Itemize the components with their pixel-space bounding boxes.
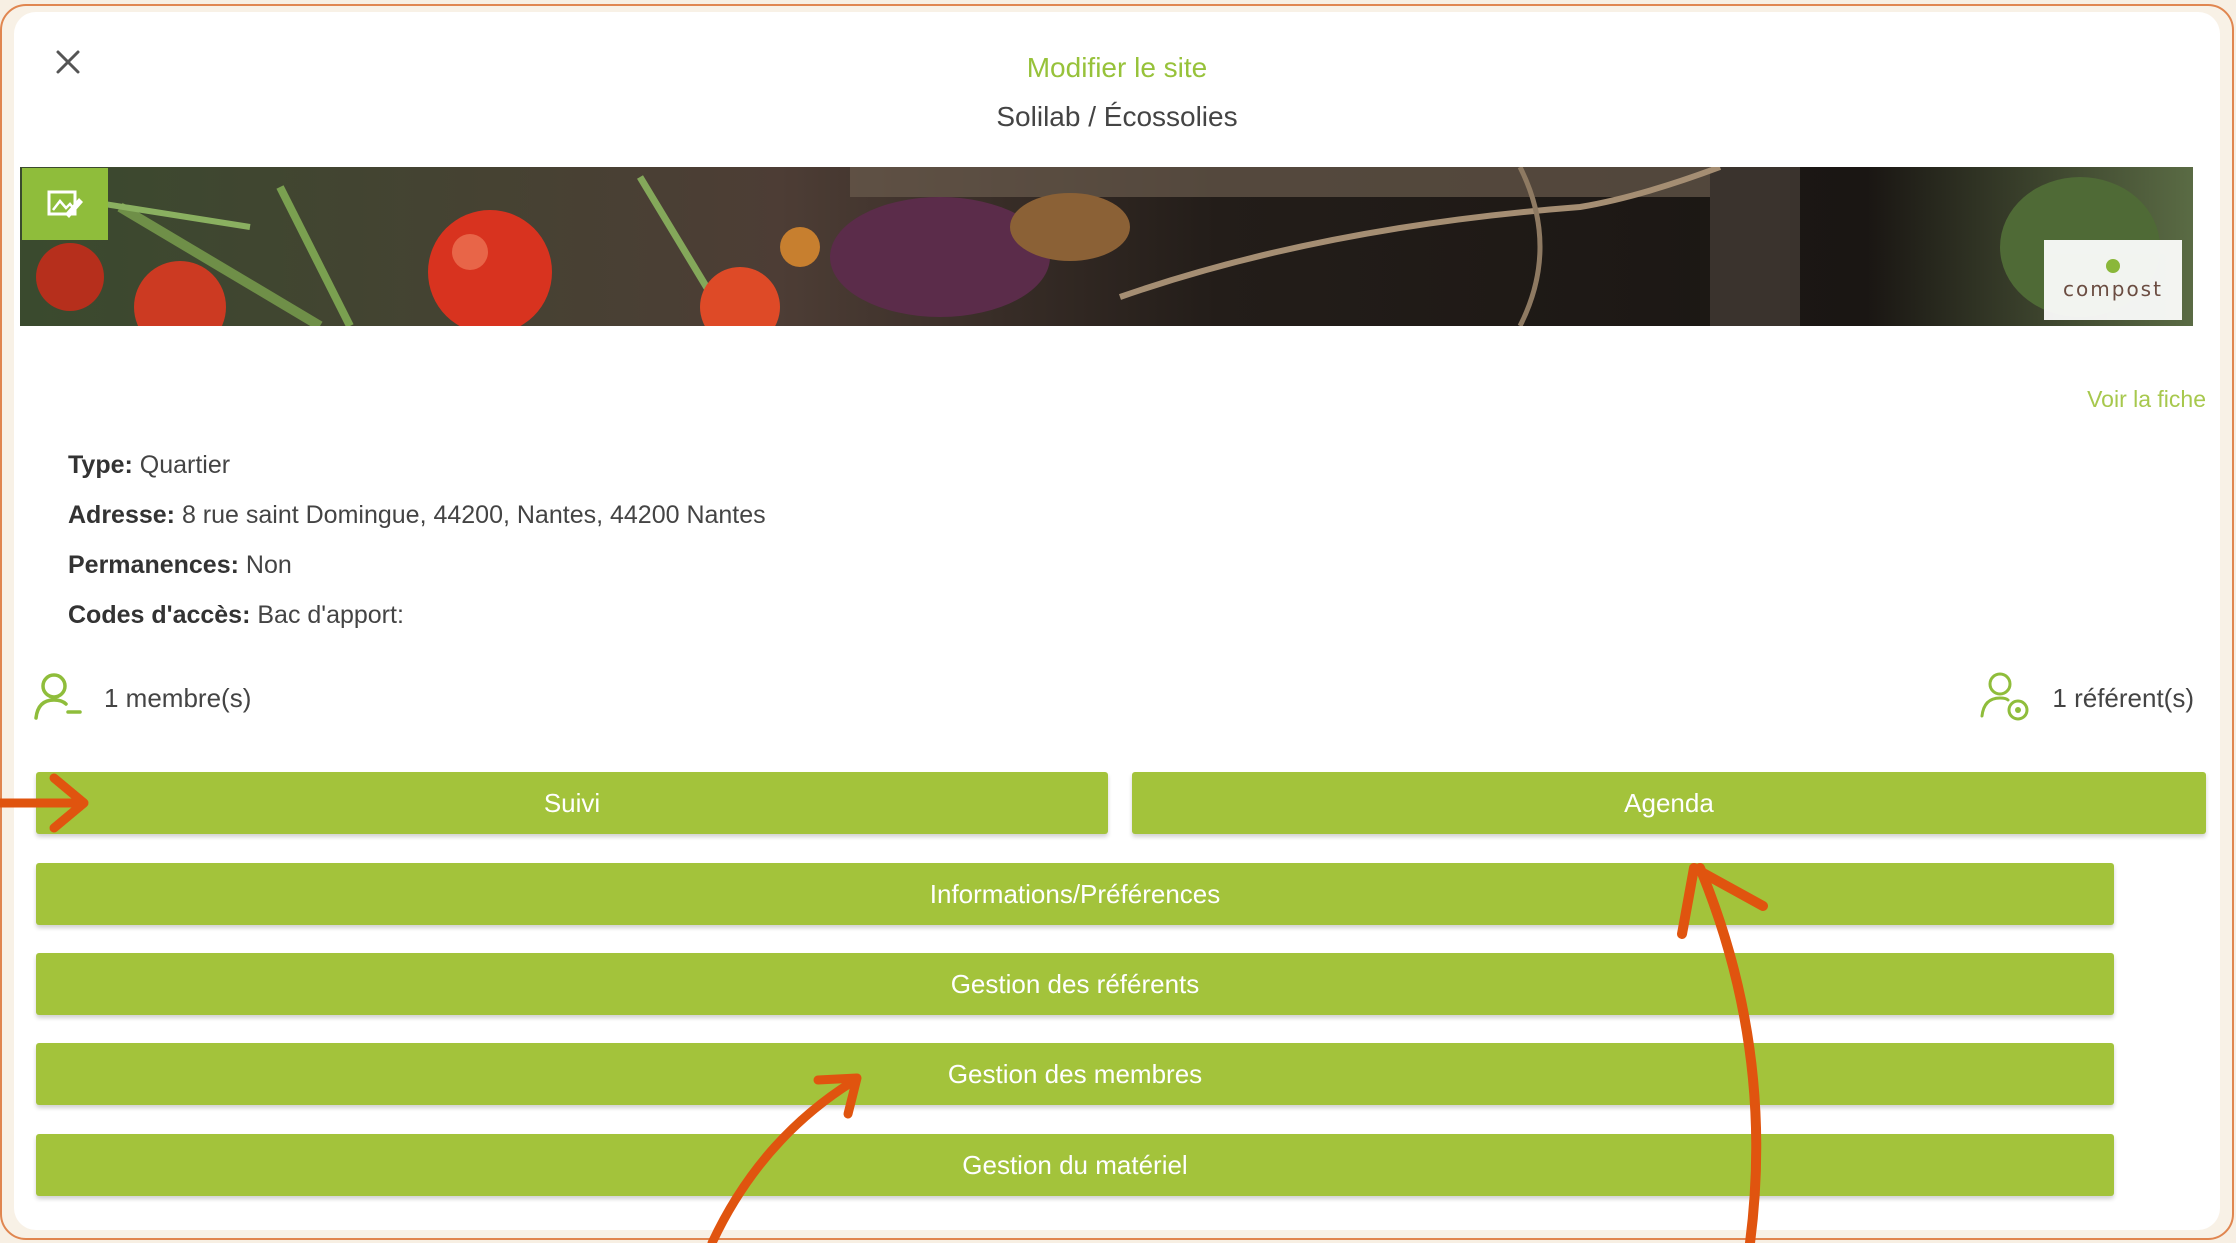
info-access-codes: Codes d'accès: Bac d'apport: [68,601,404,630]
edit-image-icon [47,190,83,218]
edit-banner-button[interactable] [22,168,108,240]
suivi-button[interactable]: Suivi [36,772,1108,834]
info-label: Codes d'accès: [68,601,251,629]
info-value: Bac d'apport: [250,601,404,629]
info-label: Permanences: [68,551,239,579]
referents-count[interactable]: 1 référent(s) [1978,670,2194,726]
voir-fiche-link[interactable]: Voir la fiche [2087,386,2206,413]
info-label: Type: [68,451,133,479]
site-banner-image [20,167,2193,326]
gestion-membres-button[interactable]: Gestion des membres [36,1043,2114,1105]
gestion-materiel-button[interactable]: Gestion du matériel [36,1134,2114,1196]
informations-preferences-button[interactable]: Informations/Préférences [36,863,2114,925]
info-value: 8 rue saint Domingue, 44200, Nantes, 442… [175,501,766,529]
referents-text: 1 référent(s) [2052,682,2194,713]
logo-leaf-icon [2106,259,2120,273]
logo-text: compost [2063,277,2163,301]
info-value: Quartier [132,451,231,479]
info-label: Adresse: [68,501,175,529]
agenda-button[interactable]: Agenda [1132,772,2206,834]
modal-title: Modifier le site [1026,52,1208,83]
user-icon [34,673,82,720]
members-text: 1 membre(s) [104,682,252,713]
info-type: Type: Quartier [68,451,230,480]
info-value: Non [238,551,292,579]
compost-logo: compost [2044,240,2182,320]
info-permanences: Permanences: Non [68,551,292,580]
info-address: Adresse: 8 rue saint Domingue, 44200, Na… [68,501,766,530]
user-gear-icon [1980,672,2029,721]
gestion-referents-button[interactable]: Gestion des référents [36,953,2114,1015]
members-count[interactable]: 1 membre(s) [30,670,251,726]
site-name: Solilab / Écossolies [996,101,1238,132]
